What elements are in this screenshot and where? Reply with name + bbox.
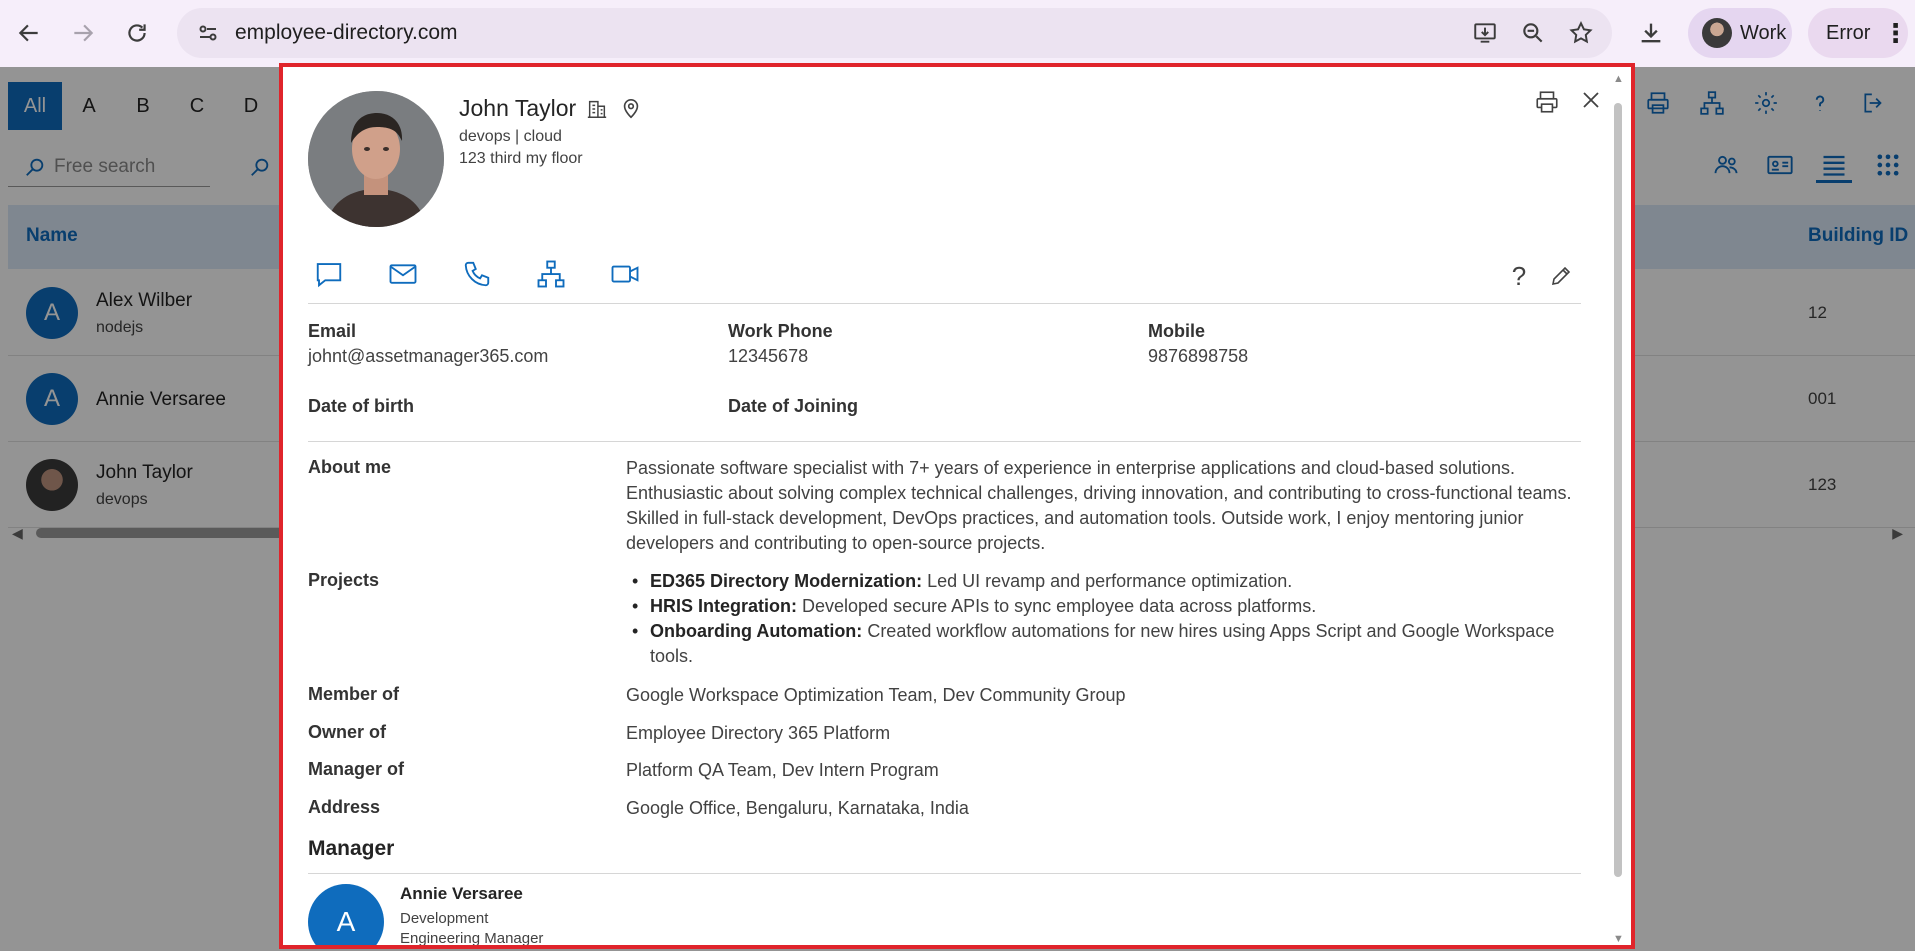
dob-label: Date of birth — [308, 396, 414, 416]
profile-dialog: John Taylor devops | cloud 123 third my … — [279, 63, 1635, 949]
project-title: ED365 Directory Modernization: — [650, 571, 923, 591]
member-of-value: Google Workspace Optimization Team, Dev … — [626, 685, 1126, 705]
reload-icon — [128, 24, 146, 42]
profile-chip[interactable]: Work — [1688, 8, 1792, 58]
url-text[interactable]: employee-directory.com — [235, 21, 458, 45]
avatar[interactable]: A — [308, 884, 384, 945]
work-phone-label: Work Phone — [728, 321, 833, 341]
profile-name: John Taylor — [459, 95, 577, 121]
list-item: HRIS Integration: Developed secure APIs … — [626, 594, 1581, 619]
vertical-scrollbar[interactable]: ▲ ▼ — [1611, 73, 1625, 945]
manager-department: Development — [400, 910, 489, 927]
help-icon[interactable]: ? — [1502, 259, 1536, 293]
phone-icon[interactable] — [456, 253, 498, 295]
project-title: Onboarding Automation: — [650, 621, 863, 641]
close-icon[interactable] — [1574, 83, 1608, 117]
arrow-left-icon — [18, 24, 38, 42]
manager-section-title: Manager — [308, 837, 395, 860]
work-phone-value[interactable]: 12345678 — [728, 346, 808, 367]
building-icon[interactable] — [586, 97, 610, 121]
email-label: Email — [308, 321, 357, 341]
location-pin-icon[interactable] — [620, 97, 644, 121]
profile-location: 123 third my floor — [459, 150, 583, 167]
bookmark-star-icon[interactable] — [1562, 14, 1600, 52]
mobile-value[interactable]: 9876898758 — [1148, 346, 1248, 367]
more-vertical-icon: ⋮ — [1882, 18, 1909, 48]
error-menu-chip[interactable]: Error ⋮ — [1808, 8, 1908, 58]
scroll-up-icon[interactable]: ▲ — [1613, 73, 1624, 85]
divider — [308, 303, 1581, 304]
chat-icon[interactable] — [308, 253, 350, 295]
list-item: ED365 Directory Modernization: Led UI re… — [626, 569, 1581, 594]
projects-list: ED365 Directory Modernization: Led UI re… — [626, 569, 1581, 669]
video-call-icon[interactable] — [604, 253, 646, 295]
manager-name[interactable]: Annie Versaree — [400, 884, 523, 904]
install-app-icon[interactable] — [1466, 14, 1504, 52]
manager-of-label: Manager of — [308, 759, 405, 779]
profile-photo — [308, 91, 444, 227]
doj-label: Date of Joining — [728, 396, 858, 416]
avatar — [1702, 18, 1732, 48]
arrow-right-icon — [74, 24, 94, 42]
print-icon[interactable] — [1530, 85, 1564, 119]
project-title: HRIS Integration: — [650, 596, 797, 616]
address-label: Address — [308, 797, 381, 817]
mail-icon[interactable] — [382, 253, 424, 295]
address-value: Google Office, Bengaluru, Karnataka, Ind… — [626, 798, 969, 818]
downloads-icon[interactable] — [1630, 12, 1672, 54]
profile-header: John Taylor — [459, 95, 644, 122]
divider — [308, 441, 1581, 442]
owner-of-label: Owner of — [308, 722, 387, 742]
org-chart-icon[interactable] — [530, 253, 572, 295]
project-desc: Developed secure APIs to sync employee d… — [797, 596, 1317, 616]
site-info-icon[interactable] — [183, 8, 233, 58]
browser-toolbar: employee-directory.com Work Error ⋮ — [0, 0, 1915, 67]
edit-pencil-icon[interactable] — [1544, 259, 1578, 293]
profile-department: devops | cloud — [459, 128, 562, 145]
divider — [308, 873, 1581, 874]
scroll-down-icon[interactable]: ▼ — [1613, 933, 1624, 945]
about-value: Passionate software specialist with 7+ y… — [626, 458, 1572, 553]
list-item: Onboarding Automation: Created workflow … — [626, 619, 1581, 669]
member-of-label: Member of — [308, 684, 400, 704]
manager-role: Engineering Manager — [400, 930, 544, 947]
error-label: Error — [1826, 21, 1871, 44]
contact-actions — [308, 253, 646, 295]
about-label: About me — [308, 457, 391, 477]
project-desc: Led UI revamp and performance optimizati… — [922, 571, 1293, 591]
reload-button[interactable] — [110, 6, 164, 60]
scrollbar-thumb[interactable] — [1614, 103, 1622, 877]
zoom-icon[interactable] — [1514, 14, 1552, 52]
back-button[interactable] — [2, 6, 56, 60]
manager-of-value: Platform QA Team, Dev Intern Program — [626, 760, 939, 780]
forward-button[interactable] — [56, 6, 110, 60]
projects-label: Projects — [308, 570, 380, 590]
owner-of-value: Employee Directory 365 Platform — [626, 723, 891, 743]
mobile-label: Mobile — [1148, 321, 1205, 341]
profile-label: Work — [1740, 21, 1787, 44]
address-bar[interactable]: employee-directory.com — [177, 8, 1612, 58]
email-value[interactable]: johnt@assetmanager365.com — [308, 346, 548, 367]
